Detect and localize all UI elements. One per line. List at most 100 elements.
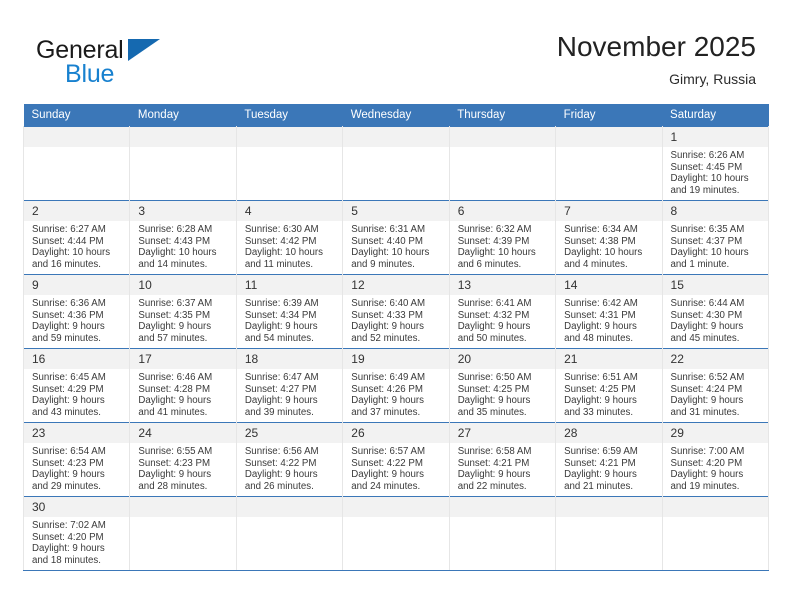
calendar-day-cell[interactable]: 30 Sunrise: 7:02 AM Sunset: 4:20 PM Dayligh… — [22, 496, 131, 571]
calendar-day-cell[interactable]: 16 Sunrise: 6:45 AM Sunset: 4:29 PM Dayligh… — [22, 348, 131, 423]
day-detail-sunset: Sunset: 4:44 PM — [32, 235, 104, 247]
day-detail-daylight2: and 28 minutes. — [138, 480, 208, 492]
calendar-day-cell-empty — [129, 496, 237, 571]
day-cell-inner: 29 Sunrise: 7:00 AM Sunset: 4:20 PM Dayligh… — [662, 423, 768, 496]
logo-text-blue: Blue — [65, 60, 115, 88]
day-detail-sunset: Sunset: 4:36 PM — [32, 309, 104, 321]
day-detail-sunset: Sunset: 4:24 PM — [670, 383, 743, 395]
day-details — [343, 517, 448, 520]
calendar-day-cell[interactable]: 14 Sunrise: 6:42 AM Sunset: 4:31 PM Dayligh… — [555, 274, 663, 349]
day-detail-daylight1: Daylight: 9 hours — [564, 321, 637, 333]
day-detail-daylight2: and 19 minutes. — [670, 480, 740, 492]
calendar-day-cell[interactable]: 8 Sunrise: 6:35 AM Sunset: 4:37 PM Daylight… — [661, 200, 770, 275]
day-detail-sunrise: Sunrise: 6:44 AM — [670, 298, 745, 309]
day-detail-sunset: Sunset: 4:38 PM — [564, 235, 636, 247]
calendar-day-cell[interactable]: 5 Sunrise: 6:31 AM Sunset: 4:40 PM Daylight… — [342, 200, 450, 275]
calendar-day-cell[interactable]: 25 Sunrise: 6:56 AM Sunset: 4:22 PM Dayligh… — [235, 422, 344, 497]
day-detail-sunset: Sunset: 4:40 PM — [351, 235, 423, 247]
day-detail-sunrise: Sunrise: 6:47 AM — [244, 372, 319, 383]
calendar-day-cell[interactable]: 11 Sunrise: 6:39 AM Sunset: 4:34 PM Dayligh… — [235, 274, 344, 349]
day-cell-inner: 7 Sunrise: 6:34 AM Sunset: 4:38 PM Daylight… — [556, 201, 662, 274]
day-number: 17 — [130, 349, 236, 369]
calendar-week-row: 1 Sunrise: 6:26 AM Sunset: 4:45 PM Daylight… — [22, 126, 770, 201]
day-details — [130, 147, 235, 150]
calendar-day-cell[interactable]: 4 Sunrise: 6:30 AM Sunset: 4:42 PM Daylight… — [235, 200, 344, 275]
day-number: 25 — [236, 423, 343, 443]
day-details: Sunrise: 6:41 AM Sunset: 4:32 PM Daylight:… — [450, 295, 555, 344]
day-detail-sunrise: Sunrise: 6:32 AM — [457, 224, 532, 235]
day-detail-sunset: Sunset: 4:20 PM — [32, 531, 104, 543]
calendar-day-cell[interactable]: 21 Sunrise: 6:51 AM Sunset: 4:25 PM Dayligh… — [555, 348, 663, 423]
day-cell-inner: 23 Sunrise: 6:54 AM Sunset: 4:23 PM Dayligh… — [24, 423, 130, 496]
calendar-day-cell[interactable]: 23 Sunrise: 6:54 AM Sunset: 4:23 PM Dayligh… — [22, 422, 131, 497]
calendar-day-cell[interactable]: 29 Sunrise: 7:00 AM Sunset: 4:20 PM Dayligh… — [661, 422, 770, 497]
day-cell-inner: 16 Sunrise: 6:45 AM Sunset: 4:29 PM Dayligh… — [24, 349, 130, 422]
location-subtitle: Gimry, Russia — [669, 71, 756, 87]
day-number: 21 — [556, 349, 662, 369]
weekday-header-wednesday: Wednesday — [342, 104, 450, 127]
day-detail-daylight1: Daylight: 9 hours — [670, 469, 744, 481]
day-detail-daylight2: and 52 minutes. — [351, 332, 421, 344]
day-detail-sunset: Sunset: 4:42 PM — [244, 235, 317, 247]
day-cell-inner: 19 Sunrise: 6:49 AM Sunset: 4:26 PM Dayligh… — [343, 349, 449, 422]
day-detail-daylight2: and 45 minutes. — [670, 332, 740, 344]
day-detail-daylight1: Daylight: 10 hours — [670, 247, 749, 259]
day-detail-daylight1: Daylight: 9 hours — [32, 543, 105, 555]
calendar-day-cell[interactable]: 9 Sunrise: 6:36 AM Sunset: 4:36 PM Daylight… — [22, 274, 131, 349]
calendar-day-cell[interactable]: 22 Sunrise: 6:52 AM Sunset: 4:24 PM Dayligh… — [661, 348, 770, 423]
day-detail-sunrise: Sunrise: 6:40 AM — [351, 298, 426, 309]
calendar-day-cell[interactable]: 6 Sunrise: 6:32 AM Sunset: 4:39 PM Daylight… — [448, 200, 557, 275]
weekday-header-tuesday: Tuesday — [236, 104, 343, 127]
calendar-day-cell[interactable]: 27 Sunrise: 6:58 AM Sunset: 4:21 PM Dayligh… — [448, 422, 557, 497]
day-detail-daylight2: and 4 minutes. — [564, 258, 628, 270]
calendar-day-cell[interactable]: 1 Sunrise: 6:26 AM Sunset: 4:45 PM Daylight… — [661, 126, 770, 201]
day-number: 2 — [24, 201, 130, 221]
day-number: 29 — [662, 423, 768, 443]
day-details: Sunrise: 6:26 AM Sunset: 4:45 PM Daylight:… — [663, 147, 768, 196]
calendar-day-cell[interactable]: 15 Sunrise: 6:44 AM Sunset: 4:30 PM Dayligh… — [661, 274, 770, 349]
day-number: 13 — [449, 275, 556, 295]
day-detail-sunrise: Sunrise: 6:54 AM — [32, 446, 106, 457]
calendar-day-cell[interactable]: 12 Sunrise: 6:40 AM Sunset: 4:33 PM Dayligh… — [342, 274, 450, 349]
day-detail-sunrise: Sunrise: 6:58 AM — [457, 446, 532, 457]
calendar-day-cell-empty — [555, 126, 663, 201]
day-details: Sunrise: 6:45 AM Sunset: 4:29 PM Daylight:… — [24, 369, 129, 418]
calendar-day-cell[interactable]: 10 Sunrise: 6:37 AM Sunset: 4:35 PM Dayligh… — [129, 274, 237, 349]
day-detail-sunrise: Sunrise: 6:49 AM — [351, 372, 426, 383]
calendar-day-cell[interactable]: 19 Sunrise: 6:49 AM Sunset: 4:26 PM Dayligh… — [342, 348, 450, 423]
calendar-day-cell[interactable]: 26 Sunrise: 6:57 AM Sunset: 4:22 PM Dayligh… — [342, 422, 450, 497]
day-number — [343, 127, 449, 147]
calendar-week-row: 23 Sunrise: 6:54 AM Sunset: 4:23 PM Dayligh… — [22, 422, 770, 497]
day-cell-inner — [343, 497, 449, 570]
day-detail-daylight2: and 29 minutes. — [32, 480, 101, 492]
day-number: 26 — [343, 423, 449, 443]
calendar-day-cell[interactable]: 17 Sunrise: 6:46 AM Sunset: 4:28 PM Dayligh… — [129, 348, 237, 423]
day-number — [236, 127, 343, 147]
day-detail-sunrise: Sunrise: 7:02 AM — [32, 520, 106, 531]
calendar-day-cell[interactable]: 7 Sunrise: 6:34 AM Sunset: 4:38 PM Daylight… — [555, 200, 663, 275]
calendar-day-cell[interactable]: 3 Sunrise: 6:28 AM Sunset: 4:43 PM Daylight… — [129, 200, 237, 275]
day-number: 4 — [236, 201, 343, 221]
day-detail-daylight1: Daylight: 9 hours — [138, 469, 212, 481]
day-detail-sunrise: Sunrise: 6:34 AM — [564, 224, 638, 235]
calendar-day-cell[interactable]: 13 Sunrise: 6:41 AM Sunset: 4:32 PM Dayligh… — [448, 274, 557, 349]
day-detail-daylight1: Daylight: 9 hours — [457, 321, 531, 333]
day-cell-inner: 2 Sunrise: 6:27 AM Sunset: 4:44 PM Daylight… — [24, 201, 130, 274]
day-details: Sunrise: 6:42 AM Sunset: 4:31 PM Daylight:… — [556, 295, 661, 344]
day-number: 8 — [662, 201, 768, 221]
day-number: 10 — [130, 275, 236, 295]
day-detail-daylight2: and 59 minutes. — [32, 332, 101, 344]
day-detail-sunrise: Sunrise: 6:39 AM — [244, 298, 319, 309]
calendar-day-cell[interactable]: 20 Sunrise: 6:50 AM Sunset: 4:25 PM Dayligh… — [448, 348, 557, 423]
calendar-day-cell[interactable]: 18 Sunrise: 6:47 AM Sunset: 4:27 PM Dayligh… — [235, 348, 344, 423]
day-cell-inner: 17 Sunrise: 6:46 AM Sunset: 4:28 PM Dayligh… — [130, 349, 236, 422]
calendar-day-cell[interactable]: 2 Sunrise: 6:27 AM Sunset: 4:44 PM Daylight… — [22, 200, 131, 275]
day-detail-daylight1: Daylight: 10 hours — [32, 247, 111, 259]
calendar-day-cell[interactable]: 28 Sunrise: 6:59 AM Sunset: 4:21 PM Dayligh… — [555, 422, 663, 497]
calendar-week-row: 16 Sunrise: 6:45 AM Sunset: 4:29 PM Dayligh… — [22, 348, 770, 423]
general-blue-logo[interactable]: General Blue — [36, 36, 236, 88]
day-detail-sunrise: Sunrise: 6:45 AM — [32, 372, 106, 383]
day-number: 14 — [556, 275, 662, 295]
calendar-day-cell[interactable]: 24 Sunrise: 6:55 AM Sunset: 4:23 PM Dayligh… — [129, 422, 237, 497]
day-number: 30 — [24, 497, 130, 517]
